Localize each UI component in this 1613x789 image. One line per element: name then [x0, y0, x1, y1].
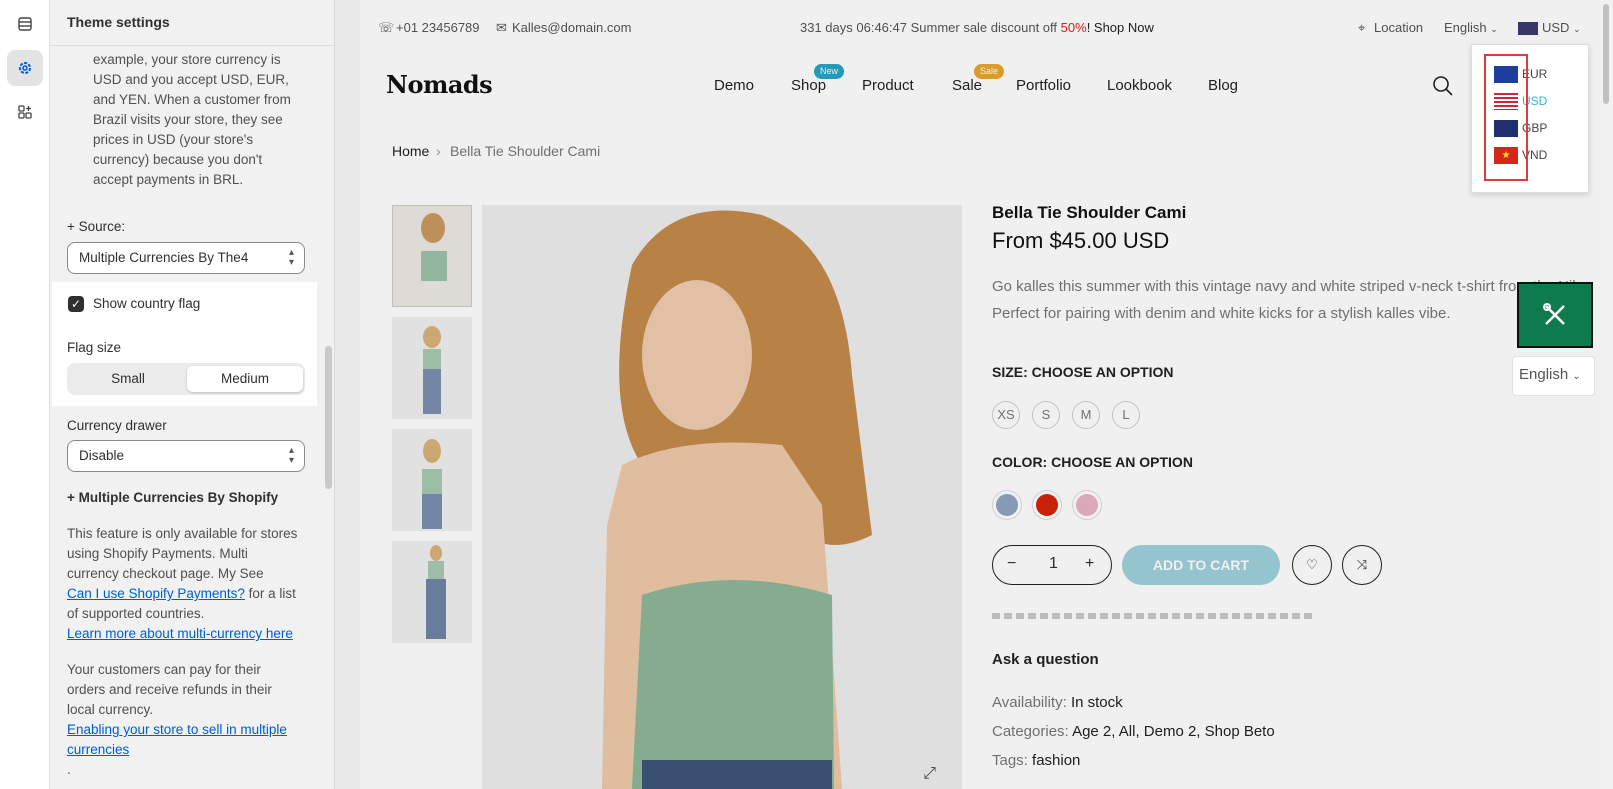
product-thumbnail[interactable]: [392, 429, 472, 531]
flag-size-small[interactable]: Small: [70, 366, 186, 392]
flag-size-medium[interactable]: Medium: [187, 366, 303, 392]
panel-scrollbar[interactable]: [325, 346, 332, 489]
nav-shop[interactable]: Shop: [791, 77, 826, 94]
flag-size-label: Flag size: [67, 340, 122, 355]
qty-plus-button[interactable]: +: [1085, 555, 1094, 573]
size-option-l[interactable]: L: [1112, 401, 1140, 429]
zoom-expand-icon[interactable]: ⤢: [923, 765, 936, 783]
language-selector[interactable]: English ⌄: [1444, 20, 1498, 35]
compare-arrows-icon[interactable]: ⤨: [1342, 545, 1382, 585]
color-swatch-red[interactable]: [1032, 490, 1062, 520]
search-icon[interactable]: [1432, 75, 1454, 100]
select-chevron-icon: ▴ ▾: [288, 445, 294, 466]
drawer-select[interactable]: Disable ▴ ▾: [67, 440, 305, 472]
nav-portfolio[interactable]: Portfolio: [1016, 77, 1071, 94]
color-heading: COLOR: CHOOSE AN OPTION: [992, 454, 1193, 470]
payment-icons: [992, 613, 1312, 619]
size-heading: SIZE: CHOOSE AN OPTION: [992, 364, 1174, 380]
product-main-image[interactable]: ⤢: [482, 205, 962, 789]
badge-new: New: [814, 64, 845, 79]
ask-question-link[interactable]: Ask a question: [992, 651, 1099, 668]
shopify-info-text: This feature is only available for store…: [67, 526, 298, 777]
language-switcher[interactable]: English ⌄: [1512, 356, 1595, 396]
theme-settings-gear-icon[interactable]: [7, 50, 43, 86]
size-option-xs[interactable]: XS: [992, 401, 1020, 429]
shop-now-link[interactable]: ! Shop Now: [1087, 20, 1154, 35]
qty-value[interactable]: 1: [1049, 555, 1058, 573]
apps-icon[interactable]: [7, 94, 43, 130]
product-thumbnail[interactable]: [392, 541, 472, 643]
store-logo[interactable]: Nomads: [386, 70, 493, 99]
breadcrumb-home[interactable]: Home: [392, 143, 429, 159]
nav-demo[interactable]: Demo: [714, 77, 754, 94]
color-swatch-pink[interactable]: [1072, 490, 1102, 520]
location-link[interactable]: Location: [1374, 20, 1423, 35]
add-to-cart-button[interactable]: ADD TO CART: [1122, 545, 1280, 585]
qty-minus-button[interactable]: −: [1007, 555, 1016, 573]
promo-text: 331 days 06:46:47 Summer sale discount o…: [800, 20, 1154, 35]
product-thumbnail[interactable]: [392, 317, 472, 419]
product-price: From $45.00 USD: [992, 228, 1170, 253]
panel-title: Theme settings: [50, 0, 334, 46]
email-text[interactable]: Kalles@domain.com: [512, 20, 631, 35]
show-flag-label: Show country flag: [93, 296, 201, 311]
product-title: Bella Tie Shoulder Cami: [992, 203, 1187, 222]
mail-icon: ✉: [496, 20, 507, 35]
nav-lookbook[interactable]: Lookbook: [1107, 77, 1172, 94]
multi-currency-link[interactable]: Learn more about multi-currency here: [67, 626, 293, 641]
show-flag-checkbox[interactable]: ✓: [68, 296, 84, 312]
size-option-m[interactable]: M: [1072, 401, 1100, 429]
product-description: Go kalles this summer with this vintage …: [992, 278, 1593, 322]
shopify-heading: + Multiple Currencies By Shopify: [67, 490, 279, 505]
tags-row: Tags: fashion: [992, 752, 1081, 769]
phone-icon: ☏: [378, 20, 395, 35]
categories-row: Categories: Age 2, All, Demo 2, Shop Bet…: [992, 723, 1275, 740]
announcement-bar: ☏ +01 23456789 ✉ Kalles@domain.com 331 d…: [360, 0, 1600, 56]
location-pin-icon: ⌖: [1358, 20, 1366, 35]
sections-icon[interactable]: [7, 6, 43, 42]
breadcrumb-separator-icon: ›: [436, 143, 441, 159]
us-flag-icon: [1518, 22, 1538, 35]
source-label: + Source:: [67, 219, 126, 234]
store-preview: ☏ +01 23456789 ✉ Kalles@domain.com 331 d…: [360, 0, 1600, 789]
availability-row: Availability: In stock: [992, 694, 1123, 711]
enable-currencies-link-cont[interactable]: currencies: [67, 742, 129, 757]
currency-selector[interactable]: USD ⌄: [1542, 20, 1581, 35]
preview-scrollbar[interactable]: [1600, 0, 1613, 789]
highlight-flag-box: [1484, 54, 1528, 181]
flag-size-segmented: Small Medium: [67, 363, 305, 395]
enable-currencies-link[interactable]: Enabling your store to sell in multiple: [67, 722, 287, 737]
nav-product[interactable]: Product: [862, 77, 914, 94]
breadcrumb-current: Bella Tie Shoulder Cami: [450, 143, 601, 159]
currency-intro-text: example, your store currency is USD and …: [93, 52, 291, 187]
drawer-label: Currency drawer: [67, 418, 167, 433]
source-select[interactable]: Multiple Currencies By The4 ▴ ▾: [67, 242, 305, 274]
size-option-s[interactable]: S: [1032, 401, 1060, 429]
product-thumbnail[interactable]: [392, 205, 472, 307]
nav-blog[interactable]: Blog: [1208, 77, 1238, 94]
tools-wrench-icon[interactable]: [1517, 282, 1593, 348]
shopify-payments-link[interactable]: Can I use Shopify Payments?: [67, 586, 245, 601]
wishlist-heart-icon[interactable]: ♡: [1292, 545, 1332, 585]
select-chevron-icon: ▴ ▾: [288, 247, 294, 268]
icon-rail: [0, 0, 50, 789]
nav-sale[interactable]: Sale: [952, 77, 982, 94]
color-swatch-blue[interactable]: [992, 490, 1022, 520]
phone-text[interactable]: +01 23456789: [396, 20, 480, 35]
badge-sale: Sale: [974, 64, 1005, 79]
quantity-stepper: − 1 +: [992, 545, 1112, 585]
